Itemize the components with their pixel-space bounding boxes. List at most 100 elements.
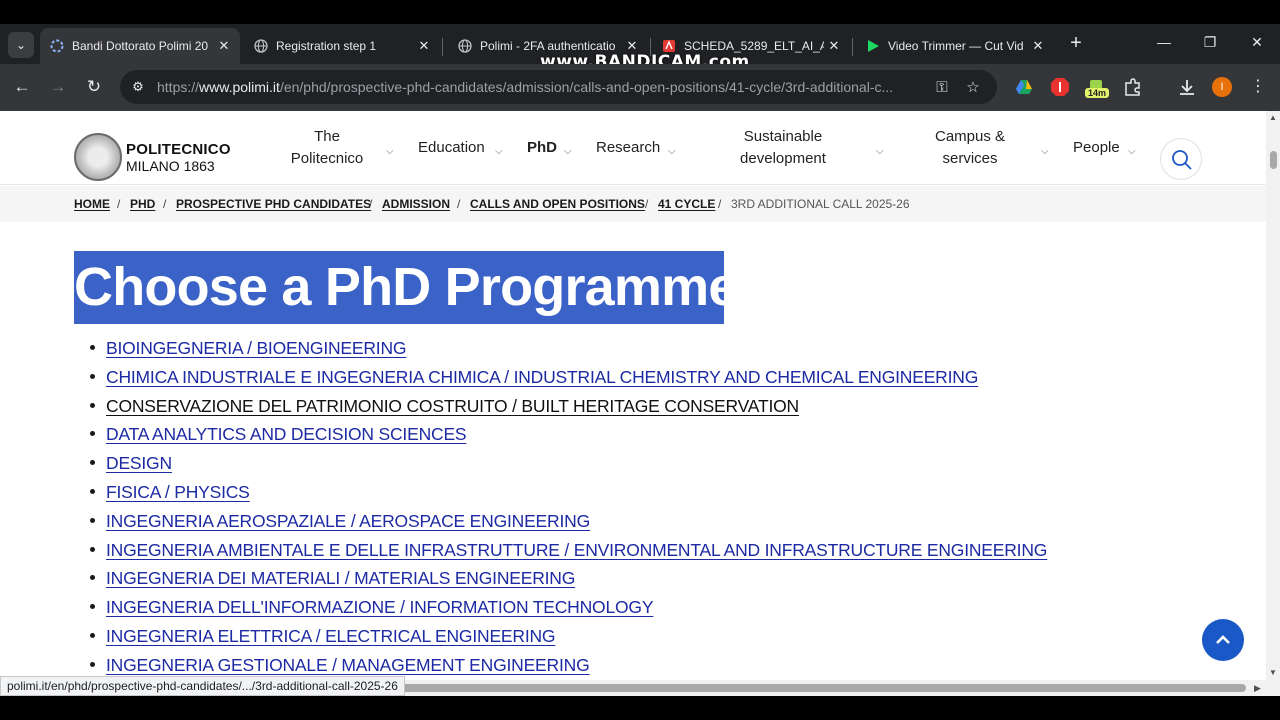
- programme-link[interactable]: BIOINGEGNERIA / BIOENGINEERING: [106, 336, 407, 361]
- nav-the-politecnico[interactable]: The Politecnico: [285, 111, 369, 185]
- nav-label: People: [1073, 139, 1120, 156]
- breadcrumb-home[interactable]: HOME: [74, 197, 110, 211]
- kebab-menu-icon[interactable]: ⋮: [1250, 77, 1266, 97]
- close-icon[interactable]: ✕: [1030, 38, 1046, 54]
- logo-line-1: POLITECNICO: [126, 141, 231, 158]
- reload-button[interactable]: ↻: [83, 76, 105, 98]
- scrollbar-thumb[interactable]: [1270, 151, 1277, 169]
- programme-link[interactable]: INGEGNERIA ELETTRICA / ELECTRICAL ENGINE…: [106, 624, 556, 649]
- site-info-icon[interactable]: ⚙: [130, 79, 146, 95]
- nav-education[interactable]: Education: [418, 111, 485, 185]
- programme-link[interactable]: INGEGNERIA DELL'INFORMAZIONE / INFORMATI…: [106, 595, 654, 620]
- programme-link[interactable]: INGEGNERIA GESTIONALE / MANAGEMENT ENGIN…: [106, 653, 590, 678]
- programme-link[interactable]: CONSERVAZIONE DEL PATRIMONIO COSTRUITO /…: [106, 394, 799, 419]
- breadcrumb: HOME / PHD / PROSPECTIVE PHD CANDIDATES …: [0, 186, 1266, 222]
- nav-people[interactable]: People: [1073, 111, 1120, 185]
- chevron-down-icon: ⌵: [1128, 146, 1136, 157]
- close-icon: ✕: [1251, 34, 1263, 50]
- minimize-button[interactable]: —: [1154, 34, 1174, 50]
- breadcrumb-current: 3RD ADDITIONAL CALL 2025-26: [731, 197, 910, 211]
- play-icon: [868, 40, 879, 52]
- breadcrumb-separator: /: [457, 197, 461, 211]
- programme-link[interactable]: DATA ANALYTICS AND DECISION SCIENCES: [106, 422, 467, 447]
- nav-sustainable-development[interactable]: Sustainable development: [734, 111, 832, 185]
- logo-line-2: MILANO 1863: [126, 158, 215, 174]
- nav-phd[interactable]: PhD: [527, 111, 557, 185]
- close-icon[interactable]: ✕: [416, 38, 432, 54]
- politecnico-seal-icon[interactable]: [74, 133, 122, 181]
- url-scheme: https://: [157, 79, 200, 95]
- programme-link[interactable]: DESIGN: [106, 451, 172, 476]
- extensions-puzzle-icon[interactable]: [1123, 77, 1143, 97]
- close-icon[interactable]: ✕: [216, 38, 232, 54]
- close-icon[interactable]: ✕: [826, 38, 842, 54]
- nav-label: Sustainable development: [740, 128, 826, 167]
- vertical-scrollbar[interactable]: ▲ ▼: [1266, 111, 1280, 680]
- chevron-down-icon: ⌄: [15, 38, 27, 52]
- new-tab-button[interactable]: +: [1066, 33, 1086, 53]
- nav-label: Education: [418, 139, 485, 156]
- extension-google-drive-icon[interactable]: [1014, 77, 1034, 97]
- breadcrumb-separator: /: [645, 197, 649, 211]
- loading-icon: [50, 39, 64, 53]
- restore-button[interactable]: ❐: [1200, 34, 1220, 51]
- breadcrumb-separator: /: [369, 197, 373, 211]
- tab-separator: [442, 38, 443, 56]
- breadcrumb-cycle[interactable]: 41 CYCLE: [658, 197, 715, 211]
- scroll-right-icon[interactable]: ▶: [1254, 683, 1261, 694]
- close-window-button[interactable]: ✕: [1247, 34, 1267, 51]
- scroll-up-icon[interactable]: ▲: [1268, 113, 1278, 123]
- address-bar[interactable]: ⚙ https://www.polimi.it/en/phd/prospecti…: [120, 70, 997, 104]
- url-path: /en/phd/prospective-phd-candidates/admis…: [279, 79, 894, 95]
- tab-strip: ⌄ Bandi Dottorato Polimi 20 ✕ Registrati…: [0, 24, 1280, 72]
- tab-bandi-dottorato[interactable]: Bandi Dottorato Polimi 20 ✕: [40, 28, 240, 64]
- breadcrumb-prospective[interactable]: PROSPECTIVE PHD CANDIDATES: [176, 197, 371, 211]
- chevron-down-icon: ⌵: [386, 146, 394, 157]
- page-title: Choose a PhD Programme: [74, 251, 724, 324]
- bookmark-star-icon[interactable]: ☆: [963, 78, 983, 98]
- plus-icon: +: [1070, 32, 1082, 54]
- programme-link[interactable]: INGEGNERIA DEI MATERIALI / MATERIALS ENG…: [106, 566, 575, 591]
- link-status-bubble: polimi.it/en/phd/prospective-phd-candida…: [0, 676, 405, 696]
- reload-icon: ↻: [86, 77, 102, 96]
- chevron-down-icon: ⌵: [564, 146, 572, 157]
- tab-title: Polimi - 2FA authenticatio: [480, 39, 616, 53]
- extension-adblock-icon[interactable]: [1050, 77, 1070, 97]
- nav-label: PhD: [527, 139, 557, 156]
- nav-research[interactable]: Research: [596, 111, 660, 185]
- forward-button[interactable]: →: [47, 76, 69, 98]
- web-page: POLITECNICO MILANO 1863 The Politecnico …: [0, 111, 1266, 680]
- tab-video-trimmer[interactable]: Video Trimmer — Cut Vid ✕: [856, 28, 1054, 64]
- chevron-up-icon: [1216, 635, 1230, 644]
- back-button[interactable]: ←: [11, 76, 33, 98]
- breadcrumb-admission[interactable]: ADMISSION: [382, 197, 450, 211]
- nav-campus-services[interactable]: Campus & services: [930, 111, 1010, 185]
- tab-search-button[interactable]: ⌄: [8, 32, 34, 58]
- chevron-down-icon: ⌵: [1041, 146, 1049, 157]
- scroll-down-icon[interactable]: ▼: [1268, 668, 1278, 678]
- chevron-down-icon: ⌵: [495, 146, 503, 157]
- breadcrumb-separator: /: [163, 197, 167, 211]
- restore-icon: ❐: [1203, 34, 1217, 50]
- download-icon[interactable]: [1177, 77, 1197, 97]
- breadcrumb-separator: /: [117, 197, 121, 211]
- screen-bottom-bar: [0, 696, 1280, 720]
- back-to-top-button[interactable]: [1202, 619, 1244, 661]
- programme-link[interactable]: FISICA / PHYSICS: [106, 480, 250, 505]
- breadcrumb-phd[interactable]: PHD: [130, 197, 155, 211]
- site-search-button[interactable]: [1160, 138, 1202, 180]
- chevron-down-icon: ⌵: [668, 146, 676, 157]
- arrow-right-icon: →: [49, 77, 67, 96]
- tab-title: Bandi Dottorato Polimi 20: [72, 39, 209, 53]
- tab-registration[interactable]: Registration step 1 ✕: [244, 28, 440, 64]
- programme-link[interactable]: INGEGNERIA AMBIENTALE E DELLE INFRASTRUT…: [106, 538, 1047, 563]
- password-key-icon[interactable]: ⚿: [932, 78, 952, 98]
- breadcrumb-calls[interactable]: CALLS AND OPEN POSITIONS: [470, 197, 645, 211]
- globe-icon: [458, 39, 472, 53]
- site-logo[interactable]: POLITECNICO MILANO 1863: [126, 141, 231, 175]
- url-text[interactable]: https://www.polimi.it/en/phd/prospective…: [157, 79, 917, 95]
- programme-link[interactable]: CHIMICA INDUSTRIALE E INGEGNERIA CHIMICA…: [106, 365, 978, 390]
- programme-link[interactable]: INGEGNERIA AEROSPAZIALE / AEROSPACE ENGI…: [106, 509, 590, 534]
- tab-separator: [852, 38, 853, 56]
- profile-avatar[interactable]: I: [1212, 77, 1232, 97]
